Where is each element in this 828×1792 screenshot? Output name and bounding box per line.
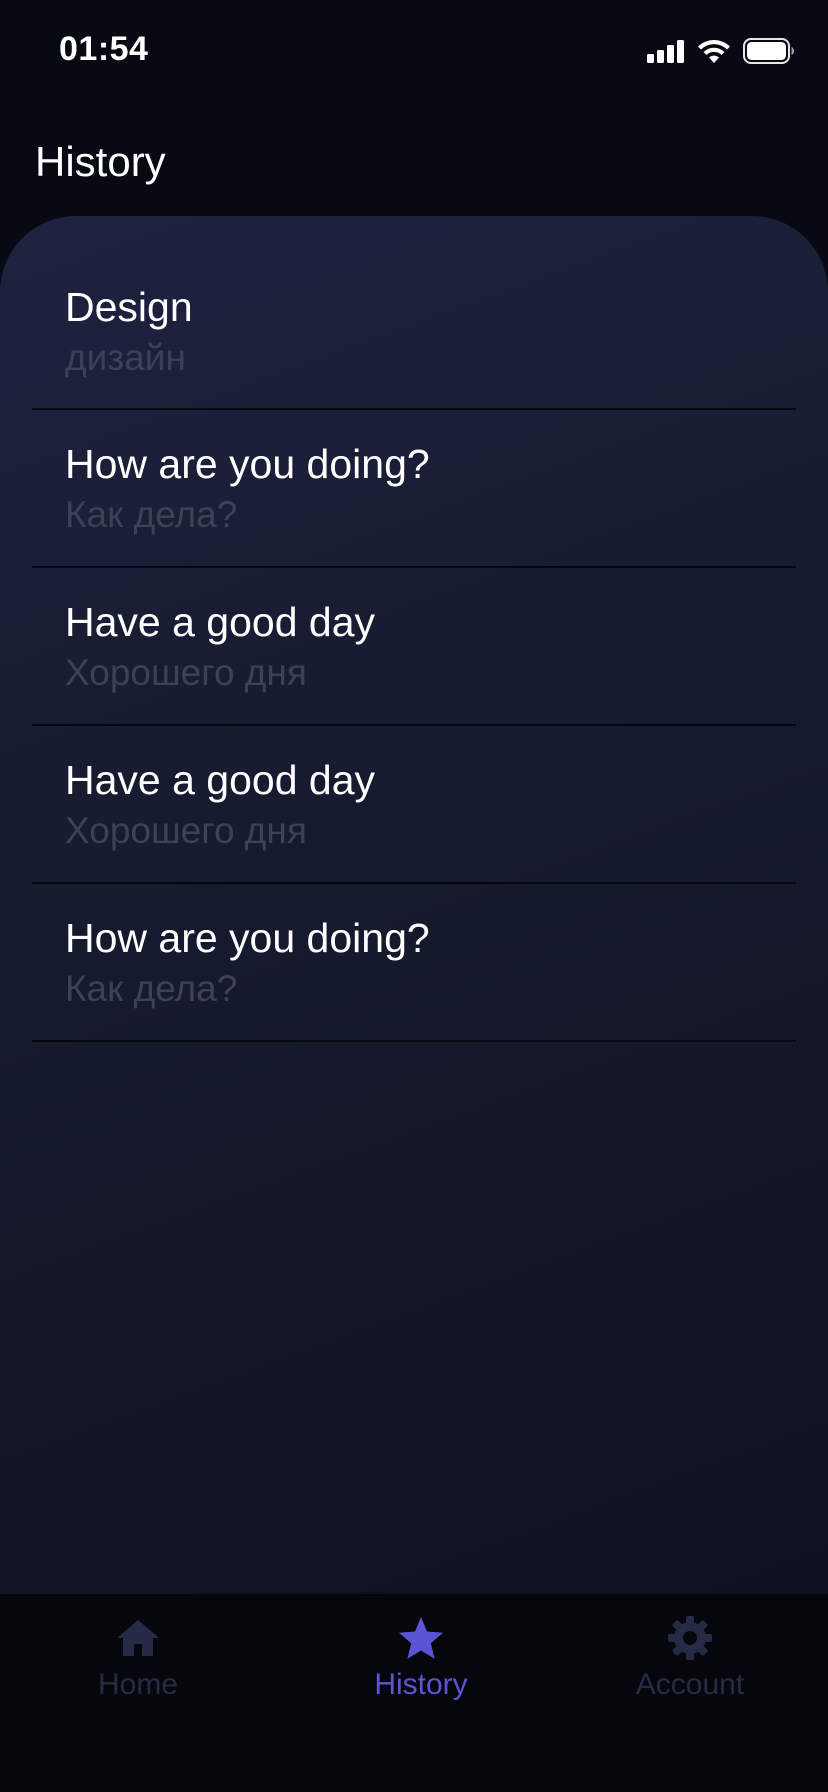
history-item-phrase: Have a good day <box>65 757 376 803</box>
nav-tab-home[interactable]: Home <box>38 1614 238 1714</box>
status-bar: 01:54 <box>0 0 828 100</box>
cellular-signal-icon <box>647 39 685 63</box>
history-item[interactable]: How are you doing? Как дела? <box>32 884 796 1042</box>
nav-tab-history[interactable]: History <box>321 1614 521 1714</box>
history-item-phrase: Design <box>65 284 193 330</box>
nav-tab-home-label: Home <box>97 1668 179 1701</box>
history-item-translation: Хорошего дня <box>65 810 307 851</box>
nav-tab-history-label: History <box>374 1668 468 1701</box>
history-item-phrase: How are you doing? <box>65 441 430 487</box>
history-item-translation: дизайн <box>65 337 186 378</box>
nav-tab-account[interactable]: Account <box>590 1614 790 1714</box>
history-item-phrase: How are you doing? <box>65 915 430 961</box>
wifi-icon <box>697 39 731 64</box>
gear-icon <box>667 1614 713 1662</box>
history-card: Design дизайн How are you doing? Как дел… <box>0 216 828 1594</box>
history-item[interactable]: Have a good day Хорошего дня <box>32 726 796 884</box>
page-title: History <box>35 138 166 185</box>
history-item[interactable]: How are you doing? Как дела? <box>32 410 796 568</box>
history-item[interactable]: Have a good day Хорошего дня <box>32 568 796 726</box>
bottom-nav: Home History Account <box>0 1594 828 1792</box>
history-item[interactable]: Design дизайн <box>32 216 796 410</box>
nav-tab-account-label: Account <box>635 1668 745 1701</box>
history-item-translation: Как дела? <box>65 968 238 1009</box>
star-icon <box>398 1614 444 1662</box>
history-screen: 01:54 History Design дизайн How are you … <box>0 0 828 1792</box>
history-item-translation: Как дела? <box>65 494 238 535</box>
history-item-phrase: Have a good day <box>65 599 376 645</box>
history-item-translation: Хорошего дня <box>65 652 307 693</box>
home-icon <box>115 1614 161 1662</box>
battery-icon <box>743 38 795 64</box>
history-list: Design дизайн How are you doing? Как дел… <box>32 216 796 1042</box>
status-icons <box>647 38 795 64</box>
status-time: 01:54 <box>59 30 149 68</box>
